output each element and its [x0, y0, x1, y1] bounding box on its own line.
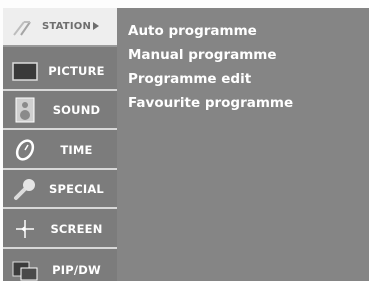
clock-icon [10, 135, 40, 165]
screen-cross-icon [10, 214, 40, 244]
menu-item-station-label: STATION [42, 21, 92, 32]
pip-icon [10, 255, 40, 285]
menu-item-station[interactable]: STATION [3, 8, 117, 47]
menu-item-special[interactable]: SPECIAL [3, 170, 117, 209]
station-submenu-panel: Auto programme Manual programme Programm… [117, 8, 369, 281]
menu-item-pip-dw-label: PIP/DW [52, 262, 101, 277]
menu-item-pip-dw[interactable]: PIP/DW [3, 250, 117, 289]
menu-item-picture-label: PICTURE [48, 63, 105, 78]
menu-item-special-label: SPECIAL [49, 181, 104, 196]
menu-item-time[interactable]: TIME [3, 131, 117, 170]
menu-item-time-label: TIME [60, 142, 93, 157]
menu-item-screen[interactable]: SCREEN [3, 210, 117, 249]
picture-icon [10, 56, 40, 86]
submenu-item-favourite-programme[interactable]: Favourite programme [128, 95, 293, 111]
tv-menu-screen: STATION PICTURE SOUND TIME SPECIAL SCREE… [0, 0, 369, 281]
special-icon [10, 174, 40, 204]
submenu-item-manual-programme[interactable]: Manual programme [128, 47, 277, 63]
main-menu-sidebar: STATION PICTURE SOUND TIME SPECIAL SCREE… [3, 8, 117, 281]
station-icon [10, 12, 40, 42]
menu-item-screen-label: SCREEN [50, 221, 103, 236]
menu-item-sound-label: SOUND [52, 102, 101, 117]
menu-item-picture[interactable]: PICTURE [3, 52, 117, 91]
submenu-item-programme-edit[interactable]: Programme edit [128, 71, 251, 87]
speaker-icon [10, 95, 40, 125]
submenu-item-auto-programme[interactable]: Auto programme [128, 23, 257, 39]
arrow-right-icon [93, 22, 100, 30]
menu-item-sound[interactable]: SOUND [3, 91, 117, 130]
